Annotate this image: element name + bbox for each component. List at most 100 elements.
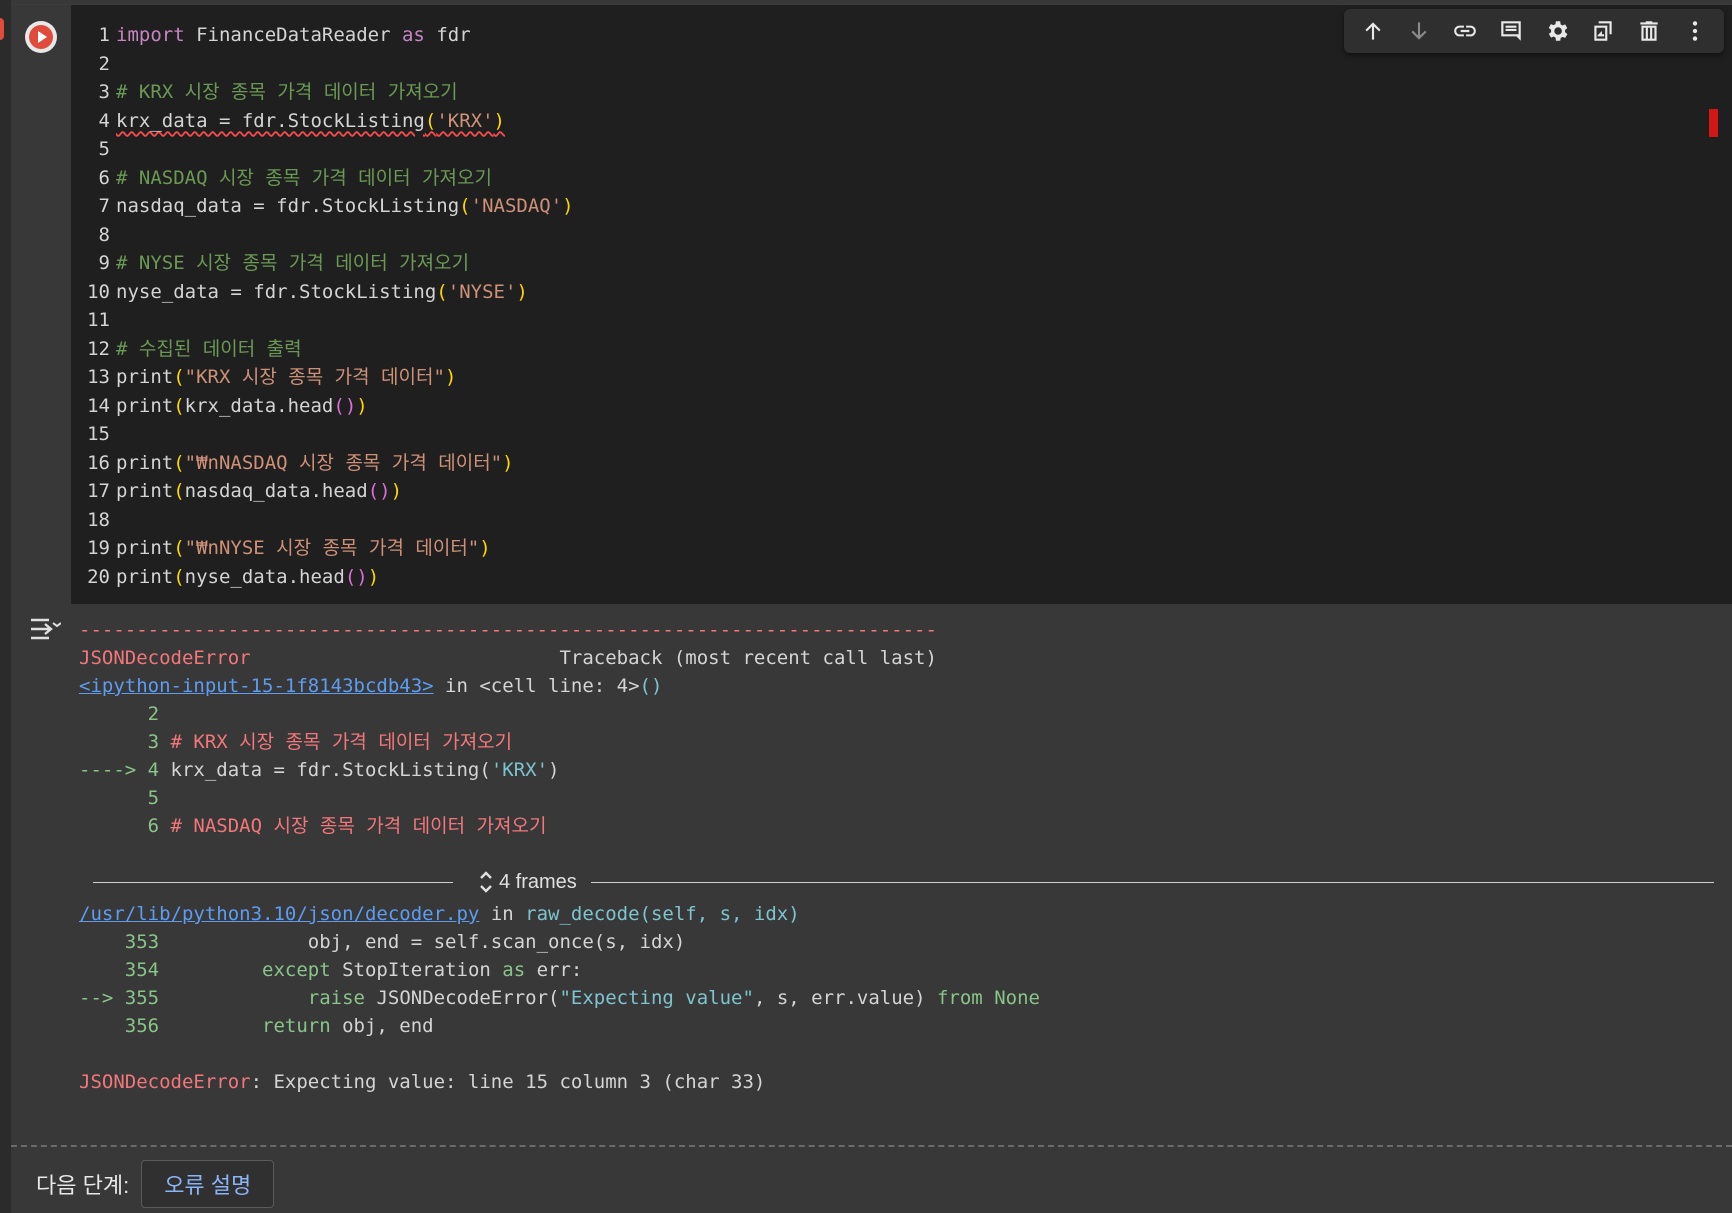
output-token: in — [479, 903, 526, 925]
code-token: 'KRX' — [436, 109, 494, 132]
output-token: raw_decode(self, s, idx) — [525, 903, 800, 925]
code-token: ) — [390, 480, 403, 502]
line-source — [116, 221, 1732, 250]
cell-status-marker — [0, 18, 4, 40]
code-token: krx_data.head — [184, 394, 334, 417]
line-number: 4 — [98, 109, 110, 132]
code-line[interactable]: 4 krx_data = fdr.StockListing('KRX') — [71, 107, 1732, 136]
output-token: 354 — [79, 959, 171, 981]
code-token: "₩nNYSE 시장 종목 가격 데이터" — [184, 537, 480, 559]
output-line: --> 355 raise JSONDecodeError("Expecting… — [79, 984, 1722, 1012]
line-number: 3 — [98, 81, 110, 103]
output-token: , s, err.value) — [753, 987, 937, 1009]
line-number: 17 — [87, 480, 110, 502]
code-token: ) — [444, 366, 457, 388]
code-token: fdr — [424, 24, 471, 46]
gear-icon[interactable] — [1542, 16, 1572, 46]
code-token: ( — [173, 394, 185, 417]
output-token: # NASDAQ 시장 종목 가격 데이터 가져오기 — [170, 815, 547, 837]
output-token — [171, 1015, 263, 1037]
code-token: ) — [367, 565, 380, 588]
line-source: nasdaq_data = fdr.StockListing('NASDAQ') — [116, 192, 1732, 221]
line-number: 6 — [98, 166, 110, 189]
code-line[interactable]: 15 — [71, 420, 1732, 449]
code-line[interactable]: 6 # NASDAQ 시장 종목 가격 데이터 가져오기 — [71, 164, 1732, 193]
line-source — [116, 50, 1732, 79]
code-line[interactable]: 19 print("₩nNYSE 시장 종목 가격 데이터") — [71, 534, 1732, 563]
output-token: 356 — [79, 1015, 171, 1037]
cell-output: ----------------------------------------… — [11, 604, 1732, 1144]
code-line[interactable]: 20 print(nyse_data.head()) — [71, 563, 1732, 592]
output-actions-icon[interactable] — [27, 614, 62, 644]
line-number: 13 — [87, 366, 110, 388]
link-icon[interactable] — [1450, 16, 1480, 46]
frames-toggle[interactable]: 4 frames — [93, 867, 1714, 897]
code-line[interactable]: 10 nyse_data = fdr.StockListing('NYSE') — [71, 278, 1732, 307]
output-line: JSONDecodeError Traceback (most recent c… — [79, 644, 1722, 672]
output-line: 353 obj, end = self.scan_once(s, idx) — [79, 928, 1722, 956]
arrow-down-icon[interactable] — [1404, 16, 1434, 46]
code-line[interactable]: 16 print("₩nNASDAQ 시장 종목 가격 데이터") — [71, 449, 1732, 478]
output-token: --> 355 — [79, 987, 171, 1009]
code-line[interactable]: 8 — [71, 221, 1732, 250]
output-token: ) — [548, 759, 560, 781]
code-line[interactable]: 13 print("KRX 시장 종목 가격 데이터") — [71, 363, 1732, 392]
more-vert-icon[interactable] — [1680, 16, 1710, 46]
code-line[interactable]: 7 nasdaq_data = fdr.StockListing('NASDAQ'… — [71, 192, 1732, 221]
next-steps: 다음 단계: 오류 설명 — [36, 1160, 275, 1208]
explain-error-button[interactable]: 오류 설명 — [141, 1160, 275, 1208]
code-token: ( — [173, 480, 185, 502]
code-token: nasdaq_data = fdr.StockListing — [116, 195, 460, 217]
frames-count: 4 frames — [499, 870, 577, 893]
code-token: print — [116, 366, 174, 388]
output-token: "Expecting value" — [559, 987, 754, 1009]
output-token: None — [994, 987, 1040, 1009]
line-number: 14 — [87, 394, 110, 417]
code-token: ( — [173, 565, 185, 588]
line-number: 15 — [87, 423, 110, 445]
output-line: 3 # KRX 시장 종목 가격 데이터 가져오기 — [79, 728, 1722, 756]
run-cell-button[interactable] — [25, 21, 57, 53]
line-source: print(nasdaq_data.head()) — [116, 477, 1732, 506]
output-token — [171, 987, 308, 1009]
frames-label[interactable]: 4 frames — [453, 869, 591, 895]
left-strip — [0, 0, 11, 1213]
arrow-up-icon[interactable] — [1358, 16, 1388, 46]
mirror-cell-icon[interactable] — [1588, 16, 1618, 46]
code-token: ( — [459, 195, 471, 217]
comment-icon[interactable] — [1496, 16, 1526, 46]
output-token: krx_data = fdr.StockListing( — [170, 759, 491, 781]
output-token: 2 — [79, 703, 160, 725]
code-line[interactable]: 3 # KRX 시장 종목 가격 데이터 가져오기 — [71, 78, 1732, 107]
code-line[interactable]: 17 print(nasdaq_data.head()) — [71, 477, 1732, 506]
output-token: JSONDecodeError( — [365, 987, 560, 1009]
code-token: () — [333, 394, 357, 417]
trash-icon[interactable] — [1634, 16, 1664, 46]
line-source — [116, 135, 1732, 164]
traceback-link[interactable]: /usr/lib/python3.10/json/decoder.py — [79, 903, 479, 925]
code-token: print — [116, 480, 174, 502]
code-line[interactable]: 2 — [71, 50, 1732, 79]
output-token: except — [262, 959, 331, 981]
output-token: JSONDecodeError — [79, 647, 251, 669]
traceback-link[interactable]: <ipython-input-15-1f8143bcdb43> — [79, 675, 434, 697]
code-line[interactable]: 11 — [71, 306, 1732, 335]
code-cell[interactable]: 1 import FinanceDataReader as fdr 2 3 # KRX … — [11, 4, 1732, 605]
output-line: ----------------------------------------… — [79, 616, 1722, 644]
code-line[interactable]: 9 # NYSE 시장 종목 가격 데이터 가져오기 — [71, 249, 1732, 278]
code-line[interactable]: 12 # 수집된 데이터 출력 — [71, 335, 1732, 364]
line-number: 7 — [98, 195, 110, 217]
code-line[interactable]: 18 — [71, 506, 1732, 535]
code-line[interactable]: 5 — [71, 135, 1732, 164]
frames-rule-right — [590, 881, 1714, 883]
line-source: print(krx_data.head()) — [116, 392, 1732, 421]
output-token: () — [639, 675, 663, 697]
code-token: "₩nNASDAQ 시장 종목 가격 데이터" — [184, 451, 503, 474]
code-editor[interactable]: 1 import FinanceDataReader as fdr 2 3 # KRX … — [71, 21, 1732, 591]
code-token: ) — [493, 109, 505, 132]
traceback-top: ----------------------------------------… — [79, 616, 1722, 840]
code-line[interactable]: 14 print(krx_data.head()) — [71, 392, 1732, 421]
line-number: 12 — [87, 337, 110, 360]
line-number: 5 — [98, 138, 110, 160]
line-source: # NASDAQ 시장 종목 가격 데이터 가져오기 — [116, 164, 1732, 193]
